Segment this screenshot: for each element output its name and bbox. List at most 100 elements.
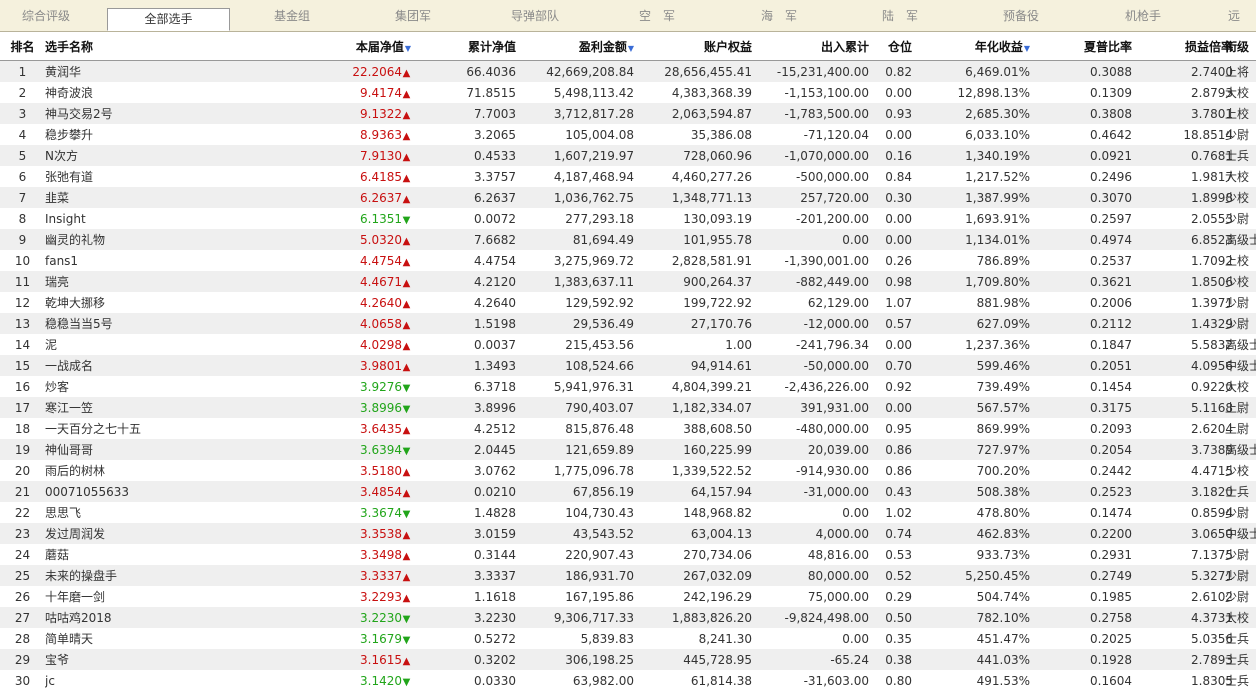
title-value: 少尉 bbox=[1225, 128, 1250, 142]
name-cell[interactable]: 咕咕鸡2018 bbox=[45, 607, 205, 628]
table-row[interactable]: 24 蘑菇 3.3498▲ 0.3144 220,907.43 270,734.06 48,… bbox=[0, 544, 1256, 565]
name-cell[interactable]: 稳稳当当5号 bbox=[45, 313, 205, 334]
name-cell[interactable]: 张弛有道 bbox=[45, 166, 205, 187]
col-header-annual[interactable]: 年化收益▼ bbox=[918, 32, 1036, 61]
table-row[interactable]: 16 炒客 3.9276▼ 6.3718 5,941,976.31 4,804,399.2… bbox=[0, 376, 1256, 397]
rank-cell: 9 bbox=[0, 229, 45, 250]
name-cell[interactable]: 寒江一笠 bbox=[45, 397, 205, 418]
table-row[interactable]: 28 简单晴天 3.1679▼ 0.5272 5,839.83 8,241.30 0.00 0… bbox=[0, 628, 1256, 649]
pl-ratio-cell: 0.8594 bbox=[1138, 502, 1239, 523]
col-header-position[interactable]: 仓位 bbox=[875, 32, 918, 61]
title-value: 少尉 bbox=[1225, 548, 1250, 562]
position-cell: 0.00 bbox=[875, 334, 918, 355]
name-cell[interactable]: 黄润华 bbox=[45, 60, 205, 82]
col-header-cum-nav[interactable]: 累计净值 bbox=[417, 32, 522, 61]
tab-4[interactable]: 导弹部队 bbox=[474, 0, 596, 31]
name-cell[interactable]: 思思飞 bbox=[45, 502, 205, 523]
name-cell[interactable]: jc bbox=[45, 670, 205, 691]
nav-cell: 3.1420▼ bbox=[205, 670, 417, 691]
name-cell[interactable]: 泥 bbox=[45, 334, 205, 355]
table-row[interactable]: 13 稳稳当当5号 4.0658▲ 1.5198 29,536.49 27,170.76-… bbox=[0, 313, 1256, 334]
table-row[interactable]: 5 N次方 7.9130▲ 0.4533 1,607,219.97 728,060.96-… bbox=[0, 145, 1256, 166]
profit-cell: 81,694.49 bbox=[522, 229, 640, 250]
col-header-profit[interactable]: 盈利金额▼ bbox=[522, 32, 640, 61]
table-row[interactable]: 30 jc 3.1420▼ 0.0330 63,982.00 61,814.38 -31,6… bbox=[0, 670, 1256, 691]
nav-value: 3.2293 bbox=[360, 589, 402, 604]
col-header-name[interactable]: 选手名称 bbox=[45, 32, 205, 61]
name-cell[interactable]: 神马交易2号 bbox=[45, 103, 205, 124]
name-cell[interactable]: 简单晴天 bbox=[45, 628, 205, 649]
table-row[interactable]: 15 一战成名 3.9801▲ 1.3493 108,524.66 94,914.61 -5… bbox=[0, 355, 1256, 376]
name-cell[interactable]: 稳步攀升 bbox=[45, 124, 205, 145]
name-cell[interactable]: 幽灵的礼物 bbox=[45, 229, 205, 250]
col-header-nav[interactable]: 本届净值▼ bbox=[205, 32, 417, 61]
table-row[interactable]: 23 发过周润发 3.3538▲ 3.0159 43,543.52 63,004.13 4,… bbox=[0, 523, 1256, 544]
name-cell[interactable]: 瑞亮 bbox=[45, 271, 205, 292]
tab-1[interactable]: 全部选手 bbox=[107, 8, 230, 31]
nav-cell: 4.0298▲ bbox=[205, 334, 417, 355]
name-cell[interactable]: 一战成名 bbox=[45, 355, 205, 376]
tab-8[interactable]: 预备役 bbox=[960, 0, 1082, 31]
table-row[interactable]: 9 幽灵的礼物 5.0320▲ 7.6682 81,694.49 101,955.78 0.… bbox=[0, 229, 1256, 250]
name-cell[interactable]: Insight bbox=[45, 208, 205, 229]
name-cell[interactable]: 发过周润发 bbox=[45, 523, 205, 544]
table-row[interactable]: 29 宝爷 3.1615▲ 0.3202 306,198.25 445,728.95 -65… bbox=[0, 649, 1256, 670]
cum-nav-cell: 0.0210 bbox=[417, 481, 522, 502]
name-cell[interactable]: 乾坤大挪移 bbox=[45, 292, 205, 313]
tab-0[interactable]: 综合评级 bbox=[0, 0, 92, 31]
table-row[interactable]: 4 稳步攀升 8.9363▲ 3.2065 105,004.08 35,386.08 -71… bbox=[0, 124, 1256, 145]
table-row[interactable]: 10 fans1 4.4754▲ 4.4754 3,275,969.72 2,828,58… bbox=[0, 250, 1256, 271]
name-cell[interactable]: 蘑菇 bbox=[45, 544, 205, 565]
col-header-sharpe[interactable]: 夏普比率 bbox=[1036, 32, 1138, 61]
table-row[interactable]: 18 一天百分之七十五 3.6435▲ 4.2512 815,876.48 388,608… bbox=[0, 418, 1256, 439]
col-header-pl-ratio[interactable]: 损益倍率 bbox=[1138, 32, 1239, 61]
name-cell[interactable]: 一天百分之七十五 bbox=[45, 418, 205, 439]
table-row[interactable]: 12 乾坤大挪移 4.2640▲ 4.2640 129,592.92 199,722.92… bbox=[0, 292, 1256, 313]
table-row[interactable]: 27 咕咕鸡2018 3.2230▼ 3.2230 9,306,717.33 1,883,… bbox=[0, 607, 1256, 628]
table-row[interactable]: 22 思思飞 3.3674▼ 1.4828 104,730.43 148,968.82 0.… bbox=[0, 502, 1256, 523]
table-row[interactable]: 6 张弛有道 6.4185▲ 3.3757 4,187,468.94 4,460,277.… bbox=[0, 166, 1256, 187]
cum-nav-cell: 7.7003 bbox=[417, 103, 522, 124]
cum-nav-cell: 3.0159 bbox=[417, 523, 522, 544]
tab-9[interactable]: 机枪手 bbox=[1082, 0, 1204, 31]
table-row[interactable]: 20 雨后的树林 3.5180▲ 3.0762 1,775,096.78 1,339,52… bbox=[0, 460, 1256, 481]
name-cell[interactable]: 神仙哥哥 bbox=[45, 439, 205, 460]
name-cell[interactable]: N次方 bbox=[45, 145, 205, 166]
table-row[interactable]: 1 黄润华 22.2064▲ 66.4036 42,669,208.84 28,656,4… bbox=[0, 60, 1256, 82]
table-row[interactable]: 26 十年磨一剑 3.2293▲ 1.1618 167,195.86 242,196.29… bbox=[0, 586, 1256, 607]
tab-5[interactable]: 空 军 bbox=[596, 0, 718, 31]
name-cell[interactable]: 雨后的树林 bbox=[45, 460, 205, 481]
table-row[interactable]: 21 00071055633 3.4854▲ 0.0210 67,856.19 64,15… bbox=[0, 481, 1256, 502]
col-header-equity[interactable]: 账户权益 bbox=[640, 32, 758, 61]
col-header-io[interactable]: 出入累计 bbox=[758, 32, 875, 61]
name-cell[interactable]: 宝爷 bbox=[45, 649, 205, 670]
table-row[interactable]: 8 Insight 6.1351▼ 0.0072 277,293.18 130,093.1… bbox=[0, 208, 1256, 229]
table-row[interactable]: 7 韭菜 6.2637▲ 6.2637 1,036,762.75 1,348,771.13… bbox=[0, 187, 1256, 208]
tab-10[interactable]: 远 bbox=[1204, 0, 1256, 31]
tab-6[interactable]: 海 军 bbox=[718, 0, 840, 31]
table-row[interactable]: 3 神马交易2号 9.1322▲ 7.7003 3,712,817.28 2,063,59… bbox=[0, 103, 1256, 124]
table-row[interactable]: 2 神奇波浪 9.4174▲ 71.8515 5,498,113.42 4,383,368… bbox=[0, 82, 1256, 103]
tab-2[interactable]: 基金组 bbox=[232, 0, 352, 31]
table-row[interactable]: 19 神仙哥哥 3.6394▼ 2.0445 121,659.89 160,225.99 2… bbox=[0, 439, 1256, 460]
table-row[interactable]: 11 瑞亮 4.4671▲ 4.2120 1,383,637.11 900,264.37-… bbox=[0, 271, 1256, 292]
cum-nav-cell: 1.3493 bbox=[417, 355, 522, 376]
table-row[interactable]: 25 未来的操盘手 3.3337▲ 3.3337 186,931.70 267,032.0… bbox=[0, 565, 1256, 586]
name-cell[interactable]: 未来的操盘手 bbox=[45, 565, 205, 586]
rank-cell: 28 bbox=[0, 628, 45, 649]
name-cell[interactable]: 00071055633 bbox=[45, 481, 205, 502]
name-cell[interactable]: 十年磨一剑 bbox=[45, 586, 205, 607]
name-cell[interactable]: 神奇波浪 bbox=[45, 82, 205, 103]
profit-cell: 105,004.08 bbox=[522, 124, 640, 145]
table-row[interactable]: 17 寒江一笠 3.8996▼ 3.8996 790,403.07 1,182,334.0… bbox=[0, 397, 1256, 418]
tab-3[interactable]: 集团军 bbox=[352, 0, 474, 31]
col-header-title[interactable]: 衔级 bbox=[1225, 32, 1256, 61]
nav-cell: 3.8996▼ bbox=[205, 397, 417, 418]
name-cell[interactable]: 韭菜 bbox=[45, 187, 205, 208]
name-cell[interactable]: fans1 bbox=[45, 250, 205, 271]
tab-7[interactable]: 陆 军 bbox=[840, 0, 960, 31]
col-header-rank[interactable]: 排名 bbox=[0, 32, 45, 61]
table-row[interactable]: 14 泥 4.0298▲ 0.0037 215,453.56 1.00 -241,796.3… bbox=[0, 334, 1256, 355]
name-cell[interactable]: 炒客 bbox=[45, 376, 205, 397]
rank-cell: 16 bbox=[0, 376, 45, 397]
